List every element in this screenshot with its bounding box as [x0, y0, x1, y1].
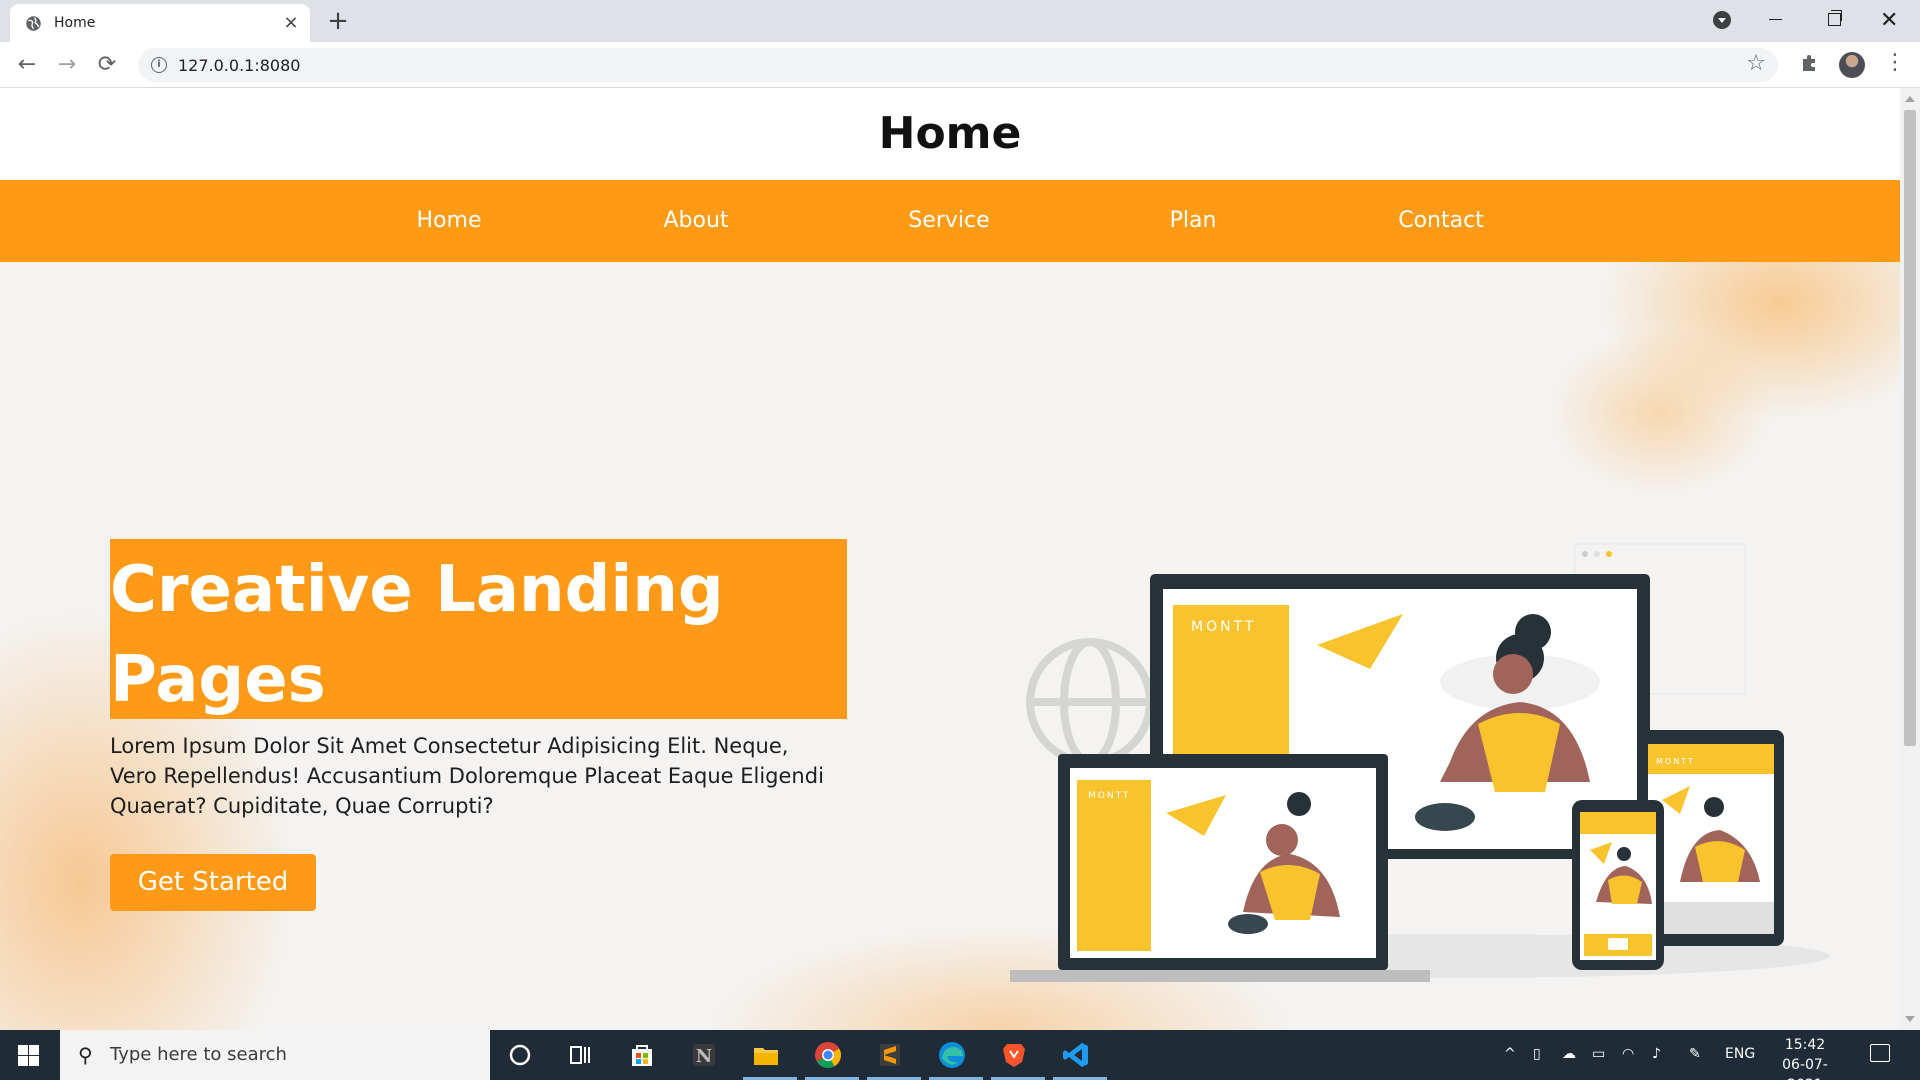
search-placeholder: Type here to search [110, 1044, 287, 1065]
notion-icon[interactable]: N [688, 1039, 720, 1071]
file-explorer-icon[interactable] [750, 1039, 782, 1071]
close-icon[interactable]: × [280, 12, 302, 34]
minimize-icon[interactable] [1769, 19, 1782, 20]
nav-link-service[interactable]: Service [908, 208, 989, 233]
svg-text:N: N [696, 1046, 712, 1067]
tablet-brand: MONTT [1656, 757, 1695, 766]
browser-toolbar: ← → ⟳ i 127.0.0.1:8080 ☆ ⋮ [0, 42, 1920, 88]
tab-search-icon[interactable] [1713, 11, 1731, 29]
page-scrollbar[interactable] [1900, 88, 1920, 1030]
taskbar-search-box[interactable]: ⚲ Type here to search [60, 1030, 490, 1080]
task-view-icon[interactable] [564, 1039, 596, 1071]
get-started-button[interactable]: Get Started [110, 854, 316, 911]
phone [1572, 800, 1664, 970]
tab-title: Home [54, 15, 96, 31]
address-bar[interactable]: i 127.0.0.1:8080 ☆ [138, 48, 1778, 82]
pen-icon[interactable]: ✎ [1689, 1046, 1701, 1062]
site-header: Home [0, 88, 1900, 180]
monitor-brand: MONTT [1191, 619, 1256, 635]
new-tab-button[interactable]: + [323, 6, 353, 36]
tab-strip: Home × + ✕ [0, 0, 1920, 42]
onedrive-icon[interactable]: ☁ [1562, 1046, 1576, 1062]
hero-heading-line1: Creative Landing [110, 553, 724, 627]
extensions-icon[interactable] [1800, 52, 1820, 72]
hero-heading: Creative Landing Pages [110, 545, 847, 725]
meet-now-icon[interactable]: ▯ [1533, 1046, 1541, 1062]
laptop: MONTT [1010, 754, 1430, 982]
hero-heading-box: Creative Landing Pages [110, 539, 847, 719]
windows-start-icon[interactable] [18, 1045, 39, 1066]
page-viewport: Home Home About Service Plan Contact Cre… [0, 88, 1900, 1030]
url-text[interactable]: 127.0.0.1:8080 [178, 56, 300, 75]
restore-icon[interactable] [1828, 10, 1842, 26]
chrome-icon[interactable] [812, 1039, 844, 1071]
main-nav: Home About Service Plan Contact [0, 180, 1900, 262]
scroll-up-arrow-icon[interactable] [1905, 96, 1915, 102]
menu-icon[interactable]: ⋮ [1884, 50, 1906, 75]
globe-icon [1026, 638, 1154, 766]
sublime-icon[interactable] [874, 1039, 906, 1071]
clock-date: 06-07-2021 [1782, 1057, 1828, 1080]
profile-avatar[interactable] [1839, 52, 1865, 78]
show-hidden-icons-chevron-icon[interactable]: ^ [1504, 1046, 1516, 1062]
clock-time: 15:42 [1784, 1037, 1826, 1053]
nav-link-contact[interactable]: Contact [1398, 208, 1484, 233]
laptop-brand: MONTT [1088, 791, 1130, 801]
edge-icon[interactable] [936, 1039, 968, 1071]
hero-section: Creative Landing Pages Lorem Ipsum Dolor… [0, 262, 1900, 1030]
window-close-icon[interactable]: ✕ [1880, 8, 1898, 33]
taskbar-clock[interactable]: 15:42 06-07-2021 [1770, 1035, 1840, 1080]
scroll-thumb[interactable] [1904, 110, 1916, 746]
brave-icon[interactable] [998, 1039, 1030, 1071]
volume-icon[interactable]: ♪ [1652, 1046, 1661, 1062]
nav-link-plan[interactable]: Plan [1170, 208, 1217, 233]
nav-link-about[interactable]: About [663, 208, 728, 233]
language-indicator[interactable]: ENG [1725, 1046, 1755, 1062]
reload-button[interactable]: ⟳ [92, 50, 122, 80]
hero-heading-line2: Pages [110, 643, 326, 717]
notification-center-icon[interactable] [1870, 1044, 1890, 1062]
battery-icon[interactable]: ▭ [1592, 1046, 1605, 1062]
page-title: Home [878, 108, 1022, 159]
globe-icon [26, 16, 41, 31]
vscode-icon[interactable] [1060, 1039, 1092, 1071]
browser-tab[interactable]: Home × [10, 4, 310, 42]
scroll-down-arrow-icon[interactable] [1905, 1016, 1915, 1022]
nav-link-home[interactable]: Home [417, 208, 482, 233]
bookmark-star-icon[interactable]: ☆ [1746, 51, 1766, 76]
search-icon: ⚲ [78, 1043, 93, 1067]
store-icon[interactable] [626, 1039, 658, 1071]
back-button[interactable]: ← [12, 50, 42, 80]
responsive-devices-illustration: MONTT MONTT MONTT [1010, 543, 1830, 982]
info-icon[interactable]: i [151, 57, 167, 73]
hero-description: Lorem Ipsum Dolor Sit Amet Consectetur A… [110, 734, 824, 818]
windows-taskbar: ⚲ Type here to search N ^ ▯ ☁ ▭ ◠ ♪ ✎ EN… [0, 1030, 1920, 1080]
wifi-icon[interactable]: ◠ [1622, 1046, 1634, 1062]
forward-button[interactable]: → [52, 50, 82, 80]
cortana-icon[interactable] [504, 1039, 536, 1071]
